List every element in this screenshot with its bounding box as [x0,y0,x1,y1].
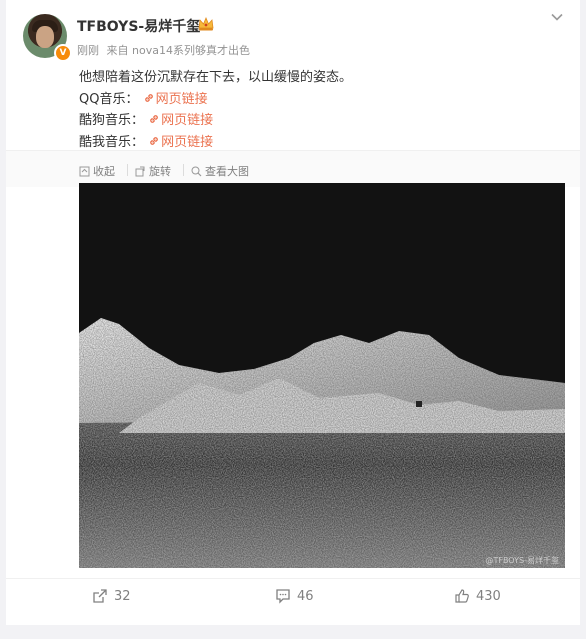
collapse-icon [79,166,90,177]
link-platform-label: QQ音乐： [79,92,139,107]
crown-icon [198,16,214,31]
author-name[interactable]: TFBOYS-易烊千玺 [77,16,200,36]
weibo-post-card: V TFBOYS-易烊千玺 刚刚 来自 nova14系列够真才出色 他想陪着这份… [6,0,580,625]
post-source: 来自 nova14系列够真才出色 [106,44,250,57]
collapse-button[interactable]: 收起 [79,163,115,179]
rotate-button[interactable]: 旋转 [135,163,171,179]
link-icon [150,137,159,145]
post-image[interactable]: @TFBOYS-易烊千玺 [79,183,565,568]
chevron-down-icon[interactable] [550,10,564,24]
link-icon [144,94,153,102]
comment-count: 46 [297,589,314,604]
link-platform-label: 酷狗音乐： [79,113,145,128]
web-link-label[interactable]: 网页链接 [156,92,208,107]
link-line-kuwo: 酷我音乐： 网页链接 [79,131,213,150]
collapse-label: 收起 [93,165,115,178]
verified-badge-icon: V [54,44,72,62]
repost-button[interactable]: 32 [92,588,131,604]
landscape-photo [79,183,565,568]
web-link[interactable]: 网页链接 [148,135,213,150]
view-large-button[interactable]: 查看大图 [191,163,249,179]
view-large-label: 查看大图 [205,165,249,178]
post-text: 他想陪着这份沉默存在下去，以山缓慢的姿态。 [79,70,353,85]
like-button[interactable]: 430 [454,588,501,604]
post-meta: 刚刚 来自 nova14系列够真才出色 [77,42,254,58]
thumbs-up-icon [455,589,469,603]
rotate-icon [135,166,145,177]
toolbar-divider [183,164,184,176]
rotate-label: 旋转 [149,165,171,178]
web-link[interactable]: 网页链接 [148,113,213,128]
image-toolbar: 收起 旋转 查看大图 [6,150,580,187]
link-line-kugou: 酷狗音乐： 网页链接 [79,109,213,128]
avatar-face [36,26,54,48]
web-link[interactable]: 网页链接 [143,92,208,107]
comment-icon [276,589,290,604]
link-line-qq: QQ音乐： 网页链接 [79,88,208,107]
action-divider [6,578,580,579]
link-platform-label: 酷我音乐： [79,135,145,150]
link-icon [150,115,159,123]
like-count: 430 [476,589,501,604]
author-avatar[interactable]: V [23,14,72,62]
repost-icon [93,589,107,603]
post-time[interactable]: 刚刚 [77,44,99,57]
toolbar-divider [127,164,128,176]
magnify-icon [191,166,202,177]
image-watermark: @TFBOYS-易烊千玺 [485,556,559,565]
web-link-label[interactable]: 网页链接 [161,135,213,150]
comment-button[interactable]: 46 [275,588,314,604]
web-link-label[interactable]: 网页链接 [161,113,213,128]
repost-count: 32 [114,589,131,604]
